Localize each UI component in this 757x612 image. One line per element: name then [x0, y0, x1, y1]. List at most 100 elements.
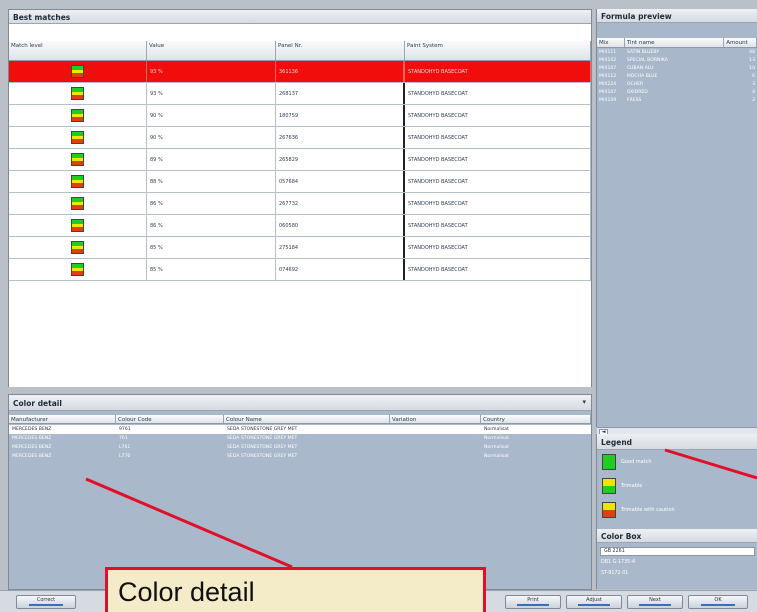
formula-name-cell: FRESS — [626, 98, 642, 103]
panel-nr-cell: 057684 — [276, 171, 405, 192]
colour-code-cell: 761 — [119, 436, 128, 441]
color-box-panel: Color Box GB 2261 DB1 G-1735-4 ST-9172-0… — [596, 529, 757, 589]
match-level-cell — [9, 215, 147, 236]
legend-item: Good match — [602, 454, 652, 470]
table-row[interactable]: 85 % 275184 STANDOHYD BASECOAT — [9, 237, 591, 259]
color-detail-panel: Color detail ▾ Manufacturer Colour Code … — [8, 394, 592, 590]
formula-name-cell: OCHER — [626, 82, 644, 87]
match-level-cell — [9, 193, 147, 214]
chevron-down-icon[interactable]: ▾ — [582, 398, 586, 406]
formula-mix-cell: MIX102 — [599, 58, 617, 63]
match-level-icon — [71, 153, 84, 166]
color-detail-header-row: Manufacturer Colour Code Colour Name Var… — [9, 415, 591, 424]
formula-mix-cell: MIX112 — [599, 74, 617, 79]
match-level-icon — [71, 109, 84, 122]
col-mix[interactable]: Mix — [597, 38, 625, 47]
col-variation[interactable]: Variation — [390, 415, 481, 423]
panel-nr-cell: 267636 — [276, 127, 405, 148]
best-matches-panel: Best matches Match level Value Panel Nr.… — [8, 9, 592, 387]
match-level-icon — [602, 502, 616, 518]
panel-nr-cell: 267732 — [276, 193, 405, 214]
legend-item: Trimable with caution — [602, 502, 675, 518]
colour-variation-cell — [390, 443, 481, 452]
table-row[interactable]: 85 % 074692 STANDOHYD BASECOAT — [9, 259, 591, 281]
next-button-label: Next — [649, 597, 661, 603]
formula-amount-cell: 13 — [749, 58, 756, 63]
list-item[interactable]: MIX224 OCHER 3 — [597, 81, 757, 89]
match-level-cell — [9, 149, 147, 170]
colour-code-cell: 9761 — [119, 427, 131, 432]
colour-name-cell: SEDA STONESTONE GREY MET — [227, 436, 298, 441]
table-row[interactable]: MERCEDES BENZ L761 SEDA STONESTONE GREY ME… — [9, 443, 591, 452]
formula-mix-cell: MIX224 — [599, 82, 617, 87]
match-level-icon — [71, 241, 84, 254]
callout-label: Color detail — [118, 577, 255, 607]
col-country[interactable]: Country — [481, 415, 591, 423]
table-row[interactable]: MERCEDES BENZ 761 SEDA STONESTONE GREY MET… — [9, 434, 591, 443]
paint-system-cell: STANDOHYD BASECOAT — [405, 259, 591, 280]
list-item[interactable]: MIX112 MOCHA BLUE 6 — [597, 73, 757, 81]
table-row[interactable]: 89 % 265829 STANDOHYD BASECOAT — [9, 149, 591, 171]
col-amount[interactable]: Amount — [724, 38, 757, 47]
paint-system-cell: STANDOHYD BASECOAT — [405, 215, 591, 236]
col-manufacturer[interactable]: Manufacturer — [9, 415, 116, 423]
table-row[interactable]: 86 % 060580 STANDOHYD BASECOAT — [9, 215, 591, 237]
colour-country-cell: Normalisat — [484, 427, 509, 432]
formula-name-cell: OXIDRED — [626, 90, 648, 95]
col-colour-code[interactable]: Colour Code — [116, 415, 224, 423]
colour-country-cell: Normalisat — [484, 436, 509, 441]
match-level-icon — [71, 87, 84, 100]
color-box-field[interactable]: GB 2261 — [600, 547, 755, 556]
formula-name-cell: MOCHA BLUE — [626, 74, 658, 79]
table-row[interactable]: 90 % 180759 STANDOHYD BASECOAT — [9, 105, 591, 127]
best-matches-header-row: Match level Value Panel Nr. Paint System — [9, 41, 591, 61]
col-value[interactable]: Value — [147, 41, 276, 60]
table-row[interactable]: MERCEDES BENZ 9761 SEDA STONESTONE GREY ME… — [9, 425, 591, 434]
colour-name-cell: SEDA STONESTONE GREY MET — [227, 445, 298, 450]
ok-button[interactable]: OK — [688, 595, 748, 609]
list-item[interactable]: MIX111 SATIN BLUEBY 48 — [597, 49, 757, 57]
print-button[interactable]: Print — [505, 595, 561, 609]
match-level-cell — [9, 237, 147, 258]
panel-nr-cell: 060580 — [276, 215, 405, 236]
colour-variation-cell — [390, 452, 481, 461]
table-row[interactable]: 90 % 267636 STANDOHYD BASECOAT — [9, 127, 591, 149]
table-row[interactable]: 93 % 361136 STANDOHYD BASECOAT — [9, 61, 591, 83]
list-item[interactable]: MIX109 FRESS 2 — [597, 97, 757, 105]
best-matches-title: Best matches — [9, 10, 591, 24]
col-match-level[interactable]: Match level — [9, 41, 147, 60]
formula-amount-cell: 6 — [752, 74, 756, 79]
match-level-icon — [602, 454, 616, 470]
col-panel-nr[interactable]: Panel Nr. — [276, 41, 405, 60]
match-level-cell — [9, 259, 147, 280]
list-item[interactable]: MIX107 OXIDRED 4 — [597, 89, 757, 97]
colour-code-cell: L776 — [119, 454, 131, 459]
col-tint-name[interactable]: Tint name — [625, 38, 725, 47]
panel-nr-cell: 265829 — [276, 149, 405, 170]
table-row[interactable]: 88 % 057684 STANDOHYD BASECOAT — [9, 171, 591, 193]
panel-nr-cell: 268137 — [276, 83, 405, 104]
legend-title: Legend — [597, 434, 757, 450]
table-row[interactable]: MERCEDES BENZ L776 SEDA STONESTONE GREY ME… — [9, 452, 591, 461]
next-button[interactable]: Next — [627, 595, 683, 609]
list-item[interactable]: MIX107 CUBAN ALU 10 — [597, 65, 757, 73]
colour-name-cell: SEDA STONESTONE GREY MET — [227, 454, 298, 459]
match-level-cell — [9, 83, 147, 104]
col-paint-system[interactable]: Paint System — [405, 41, 591, 60]
colour-manufacturer-cell: MERCEDES BENZ — [12, 454, 52, 459]
match-level-icon — [71, 197, 84, 210]
col-colour-name[interactable]: Colour Name — [224, 415, 390, 423]
list-item[interactable]: MIX102 SPECIAL BORNIKA 13 — [597, 57, 757, 65]
table-row[interactable]: 93 % 268137 STANDOHYD BASECOAT — [9, 83, 591, 105]
formula-amount-cell: 2 — [752, 98, 756, 103]
formula-rows: MIX111 SATIN BLUEBY 48 MIX102 SPECIAL BORNIK… — [597, 49, 757, 105]
value-cell: 86 % — [147, 215, 276, 236]
paint-system-cell: STANDOHYD BASECOAT — [405, 237, 591, 258]
paint-system-cell: STANDOHYD BASECOAT — [405, 83, 591, 104]
table-row[interactable]: 86 % 267732 STANDOHYD BASECOAT — [9, 193, 591, 215]
correct-button[interactable]: Correct — [16, 595, 76, 609]
correct-button-label: Correct — [36, 597, 56, 603]
formula-mix-cell: MIX107 — [599, 66, 617, 71]
formula-amount-cell: 48 — [749, 50, 756, 55]
adjust-button[interactable]: Adjust — [566, 595, 622, 609]
